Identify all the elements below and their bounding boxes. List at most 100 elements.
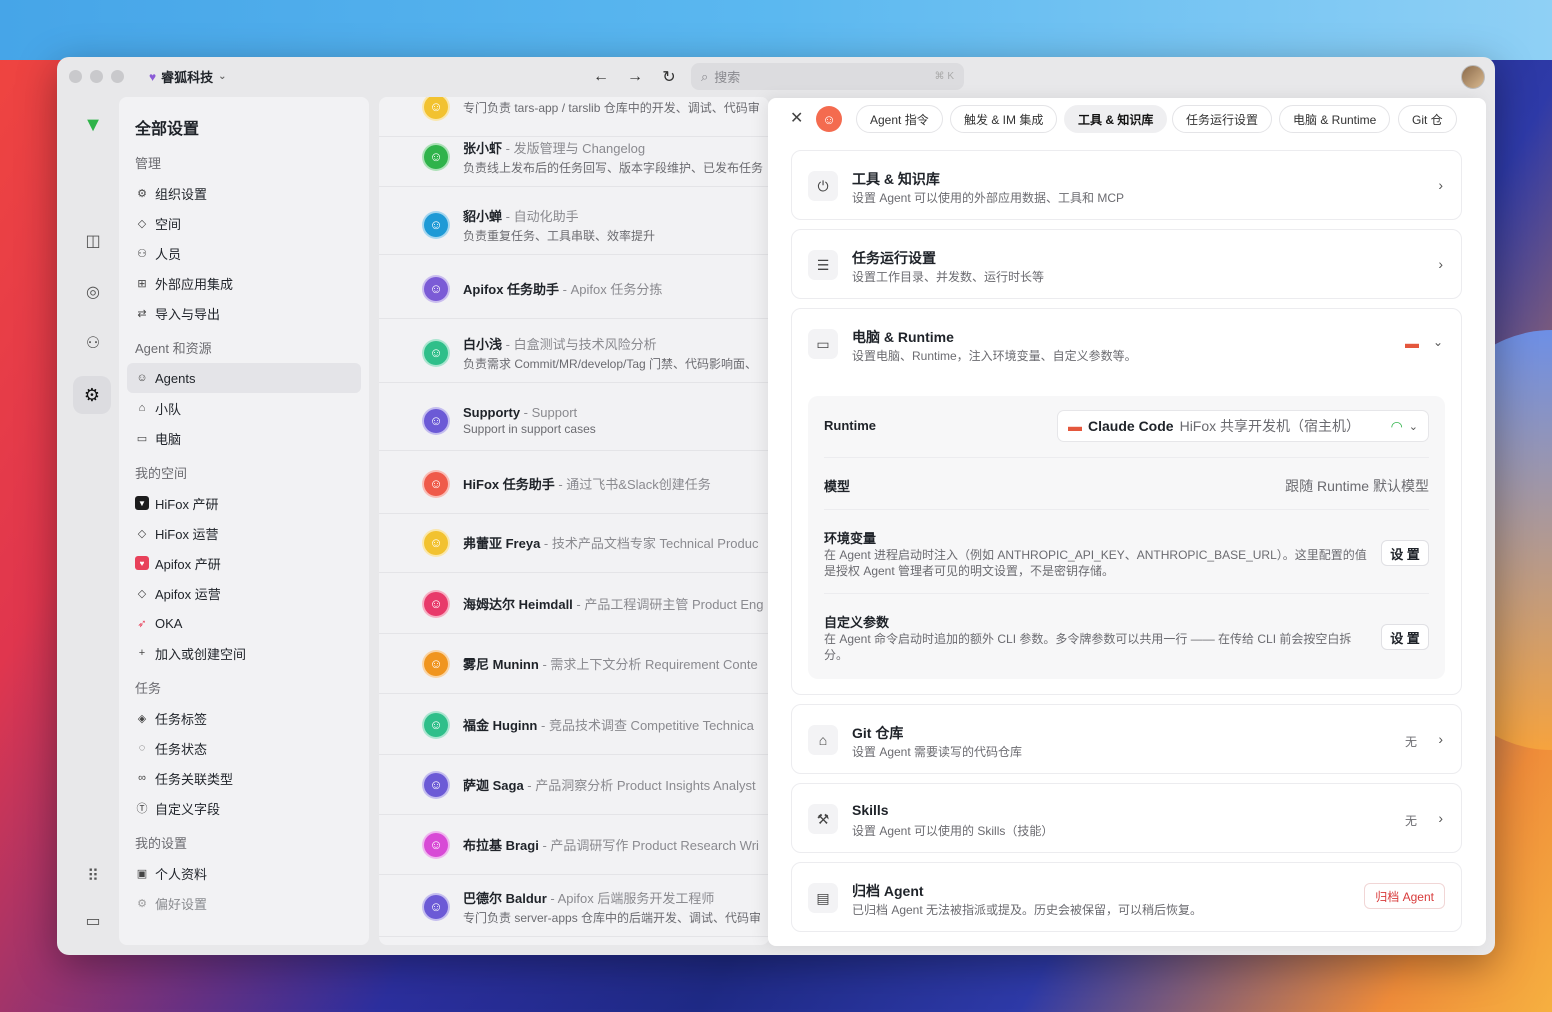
- env-vars-set-button[interactable]: 设 置: [1381, 540, 1429, 566]
- sidebar-item-profile[interactable]: ▣ 个人资料: [127, 858, 361, 888]
- forward-arrow-icon[interactable]: →: [624, 66, 646, 88]
- computer-status-icon[interactable]: ▭: [81, 909, 105, 933]
- sidebar-item-computers[interactable]: ▭ 电脑: [127, 423, 361, 453]
- list-item[interactable]: ☺ 福金 Huginn - 竞品技术调查 Competitive Technica: [379, 695, 769, 755]
- model-value[interactable]: 跟随 Runtime 默认模型: [1285, 476, 1429, 496]
- people-icon[interactable]: ⚇: [81, 331, 105, 355]
- tab-triggers-im[interactable]: 触发 & IM 集成: [950, 105, 1058, 133]
- apps-grid-icon[interactable]: ⠿: [81, 864, 105, 888]
- list-item[interactable]: ☺ 布拉基 Bragi - 产品调研写作 Product Research Wri: [379, 815, 769, 875]
- custom-args-set-button[interactable]: 设 置: [1381, 624, 1429, 650]
- sidebar-item-members[interactable]: ⚇ 人员: [127, 238, 361, 268]
- sidebar-item-join-space[interactable]: + 加入或创建空间: [127, 638, 361, 668]
- agent-role: - 白盒测试与技术风险分析: [502, 336, 657, 352]
- close-window-button[interactable]: [69, 70, 82, 83]
- zoom-window-button[interactable]: [111, 70, 124, 83]
- sidebar-item-label: OKA: [155, 615, 183, 631]
- list-item[interactable]: ☺ 海姆达尔 Heimdall - 产品工程调研主管 Product Eng: [379, 574, 769, 634]
- back-arrow-icon[interactable]: ←: [590, 66, 612, 88]
- tab-task-run-settings[interactable]: 任务运行设置: [1172, 105, 1273, 133]
- sidebar-item-hifox-ops[interactable]: ◇ HiFox 运营: [127, 518, 361, 548]
- search-icon: ⌕: [701, 68, 709, 84]
- plug-icon: ⏻: [808, 171, 838, 201]
- agent-name: 布拉基 Bragi: [463, 838, 539, 853]
- sidebar-item-squads[interactable]: ⌂ 小队: [127, 393, 361, 423]
- runtime-select[interactable]: ▬ Claude Code HiFox 共享开发机（宿主机） ◠ ⌄: [1057, 410, 1429, 442]
- sidebar-item-custom-fields[interactable]: Ⓣ 自定义字段: [127, 793, 361, 823]
- tab-agent-instructions[interactable]: Agent 指令: [856, 105, 943, 133]
- agent-name: 白小浅: [463, 336, 503, 352]
- agent-title-line: Supporty - Support: [463, 405, 596, 420]
- agent-role: - 通过飞书&Slack创建任务: [554, 477, 711, 492]
- sidebar-item-label: 个人资料: [155, 866, 208, 882]
- list-item[interactable]: ☺ 貂小蝉 - 自动化助手 负责重复任务、工具串联、效率提升: [379, 195, 769, 255]
- sidebar-item-label: HiFox 产研: [155, 496, 219, 512]
- list-item[interactable]: ☺ 张小虾 - 发版管理与 Changelog 负责线上发布后的任务回写、版本字段维…: [379, 127, 769, 187]
- settings-icon[interactable]: ⚙: [73, 376, 111, 414]
- agent-title-line: 海姆达尔 Heimdall - 产品工程调研主管 Product Eng: [463, 594, 764, 613]
- gear-icon: ⚙: [137, 187, 147, 200]
- tools-knowledge-card[interactable]: ⏻ 工具 & 知识库 设置 Agent 可以使用的外部应用数据、工具和 MCP …: [791, 150, 1462, 220]
- agent-text: 福金 Huginn - 竞品技术调查 Competitive Technica: [463, 715, 754, 734]
- app-logo-icon[interactable]: ▼: [81, 113, 105, 137]
- sidebar-item-hifox-rd[interactable]: ▼ HiFox 产研: [127, 488, 361, 518]
- sidebar-item-org-settings[interactable]: ⚙ 组织设置: [127, 178, 361, 208]
- inbox-icon[interactable]: ◫: [81, 229, 105, 253]
- settings-sidebar: 全部设置 管理 ⚙ 组织设置 ◇ 空间 ⚇ 人员 ⊞ 外部应用集成 ⇄ 导入与导出 Age…: [119, 97, 369, 945]
- skills-card[interactable]: ⚒ Skills 设置 Agent 可以使用的 Skills（技能） 无 ›: [791, 783, 1462, 853]
- tab-computer-runtime[interactable]: 电脑 & Runtime: [1279, 105, 1391, 133]
- avatar[interactable]: [1461, 65, 1485, 89]
- refresh-icon[interactable]: ↻: [658, 66, 680, 88]
- list-item[interactable]: ☺ Supporty - Support Support in support ca…: [379, 391, 769, 451]
- sidebar-item-integrations[interactable]: ⊞ 外部应用集成: [127, 268, 361, 298]
- list-item[interactable]: ☺ 白小浅 - 白盒测试与技术风险分析 负责需求 Commit/MR/develop…: [379, 323, 769, 383]
- list-item[interactable]: ☺ HiFox 任务助手 - 通过飞书&Slack创建任务: [379, 454, 769, 514]
- sidebar-item-import-export[interactable]: ⇄ 导入与导出: [127, 298, 361, 328]
- runtime-row: Runtime ▬ Claude Code HiFox 共享开发机（宿主机） ◠…: [824, 396, 1429, 458]
- agent-role: - 需求上下文分析 Requirement Conte: [538, 657, 758, 672]
- folder-git-icon: ⌂: [808, 725, 838, 755]
- org-switcher[interactable]: ♥ 睿狐科技 ⌄: [149, 67, 227, 86]
- sidebar-item-label: 导入与导出: [155, 306, 221, 322]
- chevron-right-icon: ›: [1438, 810, 1443, 826]
- archive-agent-button[interactable]: 归档 Agent: [1364, 883, 1445, 909]
- sidebar-item-apifox-rd[interactable]: ♥ Apifox 产研: [127, 548, 361, 578]
- sidebar-item-task-relations[interactable]: ∞ 任务关联类型: [127, 763, 361, 793]
- chevron-right-icon: ›: [1438, 256, 1443, 272]
- app-window: ♥ 睿狐科技 ⌄ ← → ↻ ⌕ 搜索 ⌘ K ▼ ◫ ◎ ⚇ ⚙ ⠿ ▭ 全部…: [57, 57, 1495, 955]
- space-logo-icon: ▼: [135, 496, 149, 510]
- agent-name: 福金 Huginn: [463, 718, 538, 733]
- sidebar-item-task-status[interactable]: ◌ 任务状态: [127, 733, 361, 763]
- agent-name: 海姆达尔 Heimdall: [463, 597, 573, 612]
- chevron-down-icon[interactable]: ⌄: [1433, 335, 1443, 349]
- sidebar-item-oka[interactable]: ➶ OKA: [127, 608, 361, 638]
- list-item[interactable]: ☺ 雾尼 Muninn - 需求上下文分析 Requirement Conte: [379, 634, 769, 694]
- agent-role: - 产品洞察分析 Product Insights Analyst: [523, 778, 756, 793]
- sidebar-item-agents[interactable]: ☺ Agents: [127, 363, 361, 393]
- list-item[interactable]: ☺ 巴德尔 Baldur - Apifox 后端服务开发工程师 专门负责 serve…: [379, 877, 769, 937]
- list-item[interactable]: ☺ 萨迦 Saga - 产品洞察分析 Product Insights Analy…: [379, 755, 769, 815]
- agent-description: Support in support cases: [463, 422, 596, 436]
- list-item[interactable]: ☺ 弗蕾亚 Freya - 技术产品文档专家 Technical Produc: [379, 513, 769, 573]
- close-icon[interactable]: ✕: [790, 108, 803, 128]
- minimize-window-button[interactable]: [90, 70, 103, 83]
- sidebar-item-spaces[interactable]: ◇ 空间: [127, 208, 361, 238]
- search-placeholder: 搜索: [714, 70, 741, 85]
- git-repo-card[interactable]: ⌂ Git 仓库 设置 Agent 需要读写的代码仓库 无 ›: [791, 704, 1462, 774]
- sidebar-item-apifox-ops[interactable]: ◇ Apifox 运营: [127, 578, 361, 608]
- chevron-right-icon: ›: [1438, 177, 1443, 193]
- list-item[interactable]: ☺ Apifox 任务助手 - Apifox 任务分拣: [379, 259, 769, 319]
- task-run-settings-card[interactable]: ☰ 任务运行设置 设置工作目录、并发数、运行时长等 ›: [791, 229, 1462, 299]
- tab-git-repo[interactable]: Git 仓: [1398, 105, 1457, 133]
- search-input[interactable]: ⌕ 搜索 ⌘ K: [691, 63, 964, 90]
- tab-tools-knowledge[interactable]: 工具 & 知识库: [1064, 105, 1168, 133]
- agent-title-line: Apifox 任务助手 - Apifox 任务分拣: [463, 279, 662, 298]
- agent-name: 貂小蝉: [463, 208, 503, 224]
- spaces-icon[interactable]: ◎: [81, 280, 105, 304]
- sidebar-item-preferences[interactable]: ⚙ 偏好设置: [127, 888, 361, 918]
- sidebar-item-label: 自定义字段: [155, 801, 221, 817]
- sidebar-item-task-tags[interactable]: ◈ 任务标签: [127, 703, 361, 733]
- chevron-down-icon: ⌄: [218, 71, 227, 82]
- computer-runtime-header[interactable]: ▭ 电脑 & Runtime 设置电脑、Runtime，注入环境变量、自定义参数…: [792, 309, 1461, 379]
- agent-text: 巴德尔 Baldur - Apifox 后端服务开发工程师 专门负责 server…: [463, 888, 761, 926]
